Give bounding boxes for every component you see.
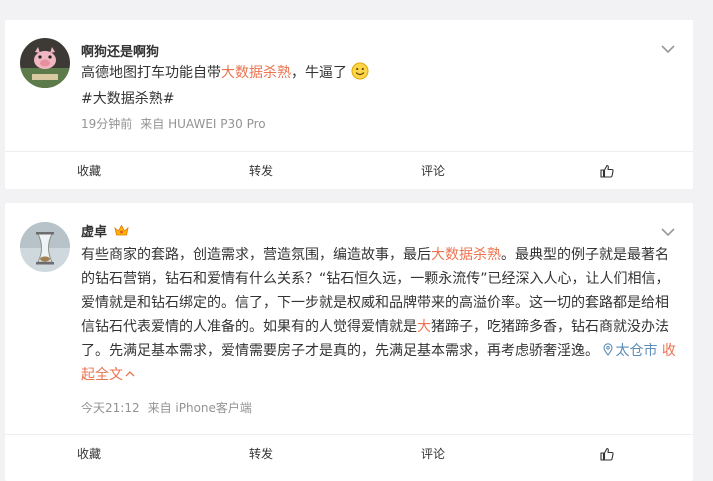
repost-button[interactable]: 转发 <box>177 152 349 189</box>
comment-button[interactable]: 评论 <box>349 435 521 472</box>
chevron-down-icon[interactable] <box>661 227 675 237</box>
post-text: 有些商家的套路，创造需求，营造氛围，编造故事，最后大数据杀熟。最典型的例子就是最… <box>81 247 676 383</box>
favorite-button[interactable]: 收藏 <box>5 435 177 472</box>
chevron-down-icon[interactable] <box>661 44 675 54</box>
post-card-1: 啊狗还是啊狗 高德地图打车功能自带大数据杀熟，牛逼了 #大数据杀熟# 19分钟前… <box>5 20 693 189</box>
like-button[interactable] <box>521 435 693 472</box>
post-card-2: 虚卓 有些商家的套路，创造需求，营造氛围，编造故事，最后大数据杀熟。最典型的例子… <box>5 203 693 481</box>
topic-link[interactable]: #大数据杀熟# <box>81 87 174 111</box>
post-source: 来自 HUAWEI P30 Pro <box>140 117 266 131</box>
smile-emoji-icon <box>351 62 369 80</box>
crown-badge-icon[interactable] <box>113 224 129 237</box>
post-meta: 今天21:12 来自 iPhone客户端 <box>81 399 260 416</box>
chevron-up-icon <box>125 371 135 377</box>
favorite-button[interactable]: 收藏 <box>5 152 177 189</box>
thumbs-up-icon <box>600 164 614 178</box>
post-source: 来自 iPhone客户端 <box>147 401 252 415</box>
like-button[interactable] <box>521 152 693 189</box>
action-bar: 收藏 转发 评论 <box>5 434 693 472</box>
action-bar: 收藏 转发 评论 <box>5 151 693 189</box>
avatar[interactable] <box>20 38 70 88</box>
keyword-highlight[interactable]: 大 <box>417 319 431 335</box>
username: 虚卓 <box>81 221 129 240</box>
post-time[interactable]: 19分钟前 <box>81 117 132 131</box>
post-meta: 19分钟前 来自 HUAWEI P30 Pro <box>81 115 274 132</box>
username[interactable]: 啊狗还是啊狗 <box>81 41 159 60</box>
post-text: 高德地图打车功能自带大数据杀熟，牛逼了 <box>81 61 369 85</box>
keyword-highlight[interactable]: 大数据杀熟 <box>431 247 501 263</box>
repost-button[interactable]: 转发 <box>177 435 349 472</box>
location-link[interactable]: 太仓市 <box>603 343 657 359</box>
thumbs-up-icon <box>600 447 614 461</box>
avatar[interactable] <box>20 222 70 272</box>
location-pin-icon <box>603 343 614 356</box>
keyword-highlight[interactable]: 大数据杀熟 <box>221 65 291 81</box>
comment-button[interactable]: 评论 <box>349 152 521 189</box>
post-time[interactable]: 今天21:12 <box>81 401 140 415</box>
